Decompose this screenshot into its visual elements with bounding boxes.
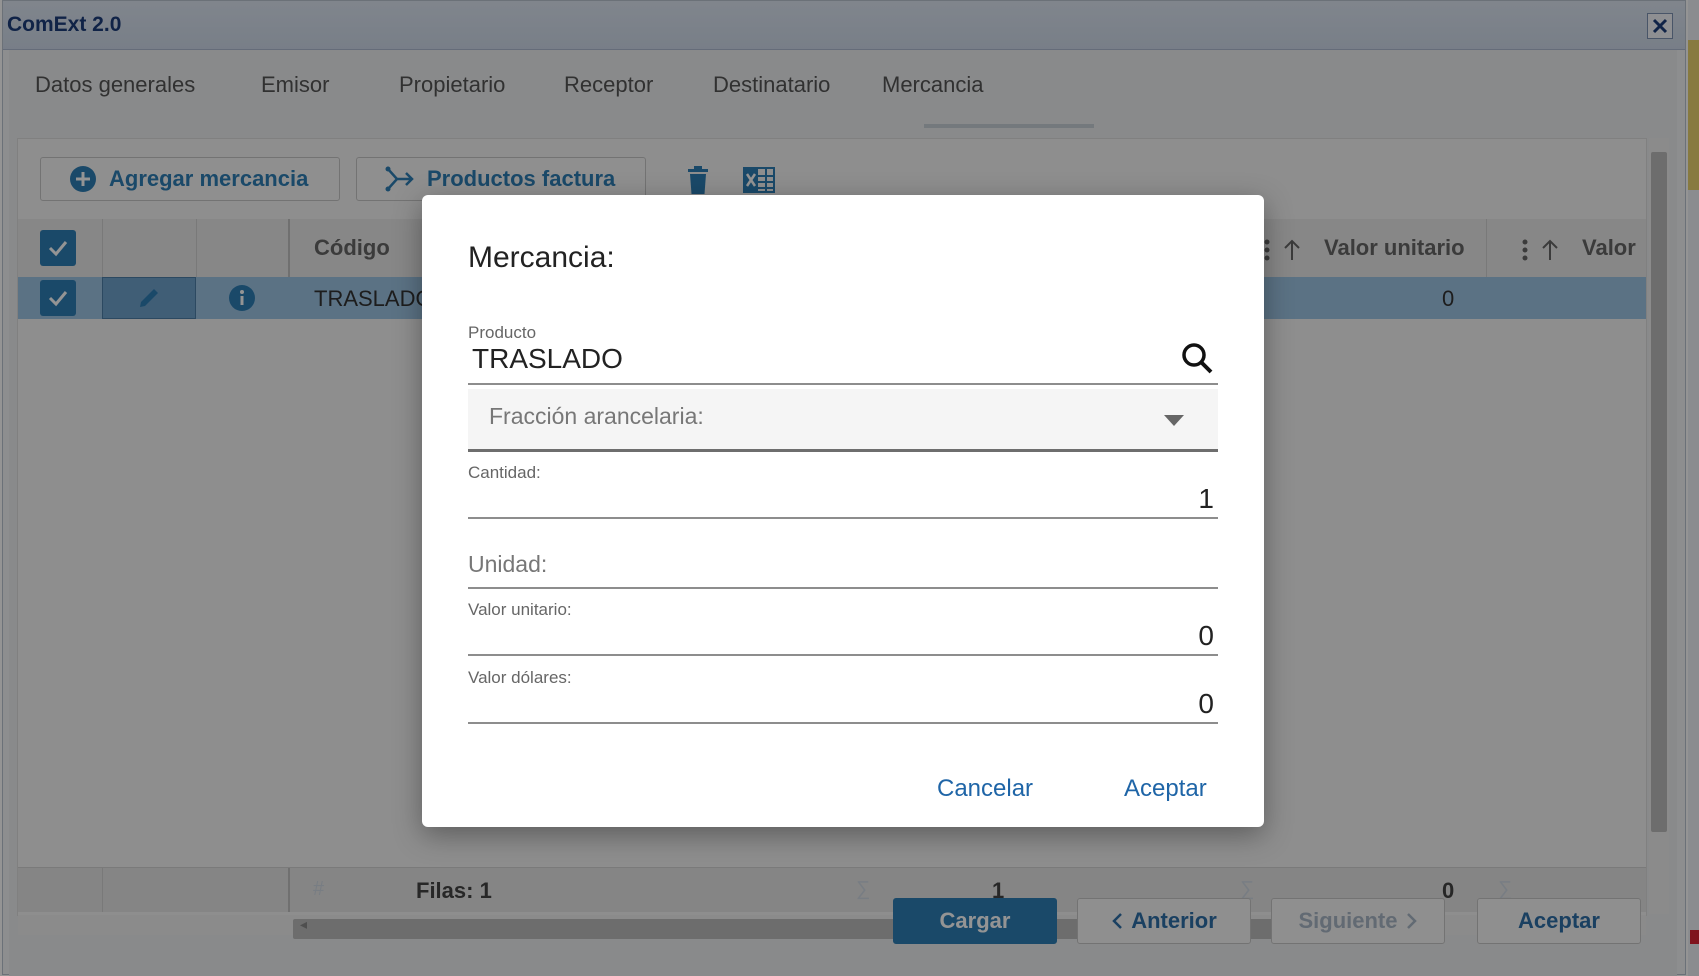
mercancia-dialog: Mercancia: Producto TRASLADO Fracción ar… (422, 195, 1264, 827)
dialog-cancel-button[interactable]: Cancelar (937, 775, 1033, 803)
cantidad-value[interactable]: 1 (1198, 483, 1214, 515)
search-icon[interactable] (1180, 341, 1214, 375)
dialog-title: Mercancia: (468, 241, 615, 274)
valor-dolares-field[interactable]: Valor dólares: 0 (468, 668, 1218, 724)
valor-dolares-value[interactable]: 0 (1198, 688, 1214, 720)
unidad-field[interactable]: Unidad: (468, 547, 1218, 589)
producto-value[interactable]: TRASLADO (472, 343, 623, 375)
dialog-accept-button[interactable]: Aceptar (1124, 775, 1207, 803)
cantidad-field[interactable]: Cantidad: 1 (468, 463, 1218, 519)
valor-unitario-value[interactable]: 0 (1198, 620, 1214, 652)
valor-unitario-label: Valor unitario: (468, 600, 572, 619)
valor-unitario-field[interactable]: Valor unitario: 0 (468, 600, 1218, 656)
cantidad-label: Cantidad: (468, 463, 541, 482)
unidad-label: Unidad: (468, 551, 548, 577)
fraccion-arancelaria-label: Fracción arancelaria: (489, 403, 704, 429)
dropdown-arrow-icon (1164, 415, 1184, 426)
producto-field[interactable]: Producto TRASLADO (468, 323, 1218, 385)
valor-dolares-label: Valor dólares: (468, 668, 572, 687)
fraccion-arancelaria-select[interactable]: Fracción arancelaria: (468, 389, 1218, 452)
producto-label: Producto (468, 323, 537, 342)
